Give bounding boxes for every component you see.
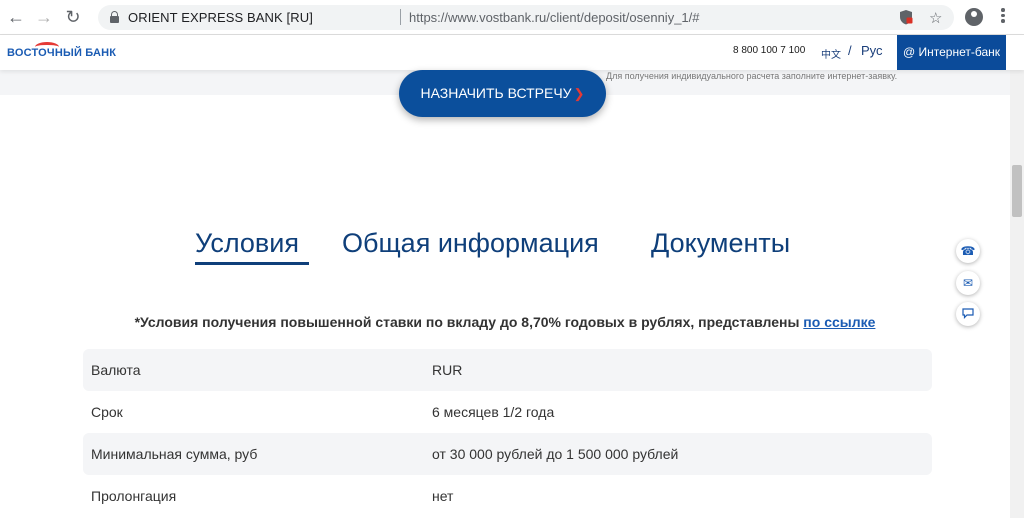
- site-header: ВОСТОЧНЫЙ БАНК 8 800 100 7 100 中文 / Рус …: [0, 35, 1024, 70]
- lang-chinese-link[interactable]: 中文: [821, 46, 841, 61]
- row-label: Валюта: [91, 362, 141, 378]
- chevron-right-icon: ❯: [573, 86, 585, 101]
- row-value: нет: [432, 488, 454, 504]
- forward-icon[interactable]: →: [34, 7, 54, 27]
- tab-conditions[interactable]: Условия: [195, 228, 299, 259]
- browser-toolbar: ← → ↻ ORIENT EXPRESS BANK [RU] https://w…: [0, 0, 1024, 35]
- row-value: 6 месяцев 1/2 года: [432, 404, 555, 420]
- book-meeting-button[interactable]: НАЗНАЧИТЬ ВСТРЕЧУ ❯: [399, 70, 606, 117]
- table-row: Валюта RUR: [83, 349, 932, 391]
- back-icon[interactable]: ←: [6, 7, 26, 27]
- rate-conditions-link[interactable]: по ссылке: [803, 314, 875, 330]
- tab-documents[interactable]: Документы: [651, 228, 790, 259]
- bank-logo[interactable]: ВОСТОЧНЫЙ БАНК: [7, 47, 116, 59]
- rate-conditions-text: *Условия получения повышенной ставки по …: [134, 314, 804, 330]
- application-note: Для получения индивидуального расчета за…: [606, 71, 898, 81]
- rate-conditions-note: *Условия получения повышенной ставки по …: [0, 314, 1010, 330]
- mail-icon[interactable]: ✉: [956, 271, 980, 295]
- book-meeting-label: НАЗНАЧИТЬ ВСТРЕЧУ: [420, 85, 572, 101]
- profile-icon[interactable]: [965, 8, 983, 26]
- internet-bank-button[interactable]: @ Интернет-банк: [897, 35, 1006, 70]
- menu-icon[interactable]: [1000, 6, 1006, 26]
- scrollbar-thumb[interactable]: [1012, 165, 1022, 217]
- page-scrollbar[interactable]: [1010, 35, 1024, 518]
- row-value: от 30 000 рублей до 1 500 000 рублей: [432, 446, 679, 462]
- star-icon[interactable]: ☆: [929, 9, 942, 27]
- row-label: Минимальная сумма, руб: [91, 446, 258, 462]
- chat-icon[interactable]: [956, 302, 980, 326]
- tab-general-info[interactable]: Общая информация: [342, 228, 599, 259]
- site-identity[interactable]: ORIENT EXPRESS BANK [RU]: [128, 10, 313, 25]
- lang-russian-link[interactable]: Рус: [861, 43, 883, 58]
- hotline-phone[interactable]: 8 800 100 7 100: [733, 45, 805, 56]
- shield-blocked-icon[interactable]: [899, 9, 913, 29]
- table-row: Пролонгация нет: [83, 475, 932, 517]
- row-value: RUR: [432, 362, 463, 378]
- url-text[interactable]: https://www.vostbank.ru/client/deposit/o…: [409, 10, 700, 25]
- address-separator: [400, 9, 401, 25]
- phone-icon[interactable]: ☎: [956, 239, 980, 263]
- active-tab-indicator: [195, 262, 309, 265]
- lock-icon[interactable]: [110, 11, 119, 23]
- lang-separator: /: [848, 43, 852, 58]
- table-row: Минимальная сумма, руб от 30 000 рублей …: [83, 433, 932, 475]
- address-bar[interactable]: ORIENT EXPRESS BANK [RU] https://www.vos…: [98, 5, 954, 30]
- reload-icon[interactable]: ↻: [63, 7, 83, 27]
- table-row: Срок 6 месяцев 1/2 года: [83, 391, 932, 433]
- row-label: Срок: [91, 404, 123, 420]
- row-label: Пролонгация: [91, 488, 177, 504]
